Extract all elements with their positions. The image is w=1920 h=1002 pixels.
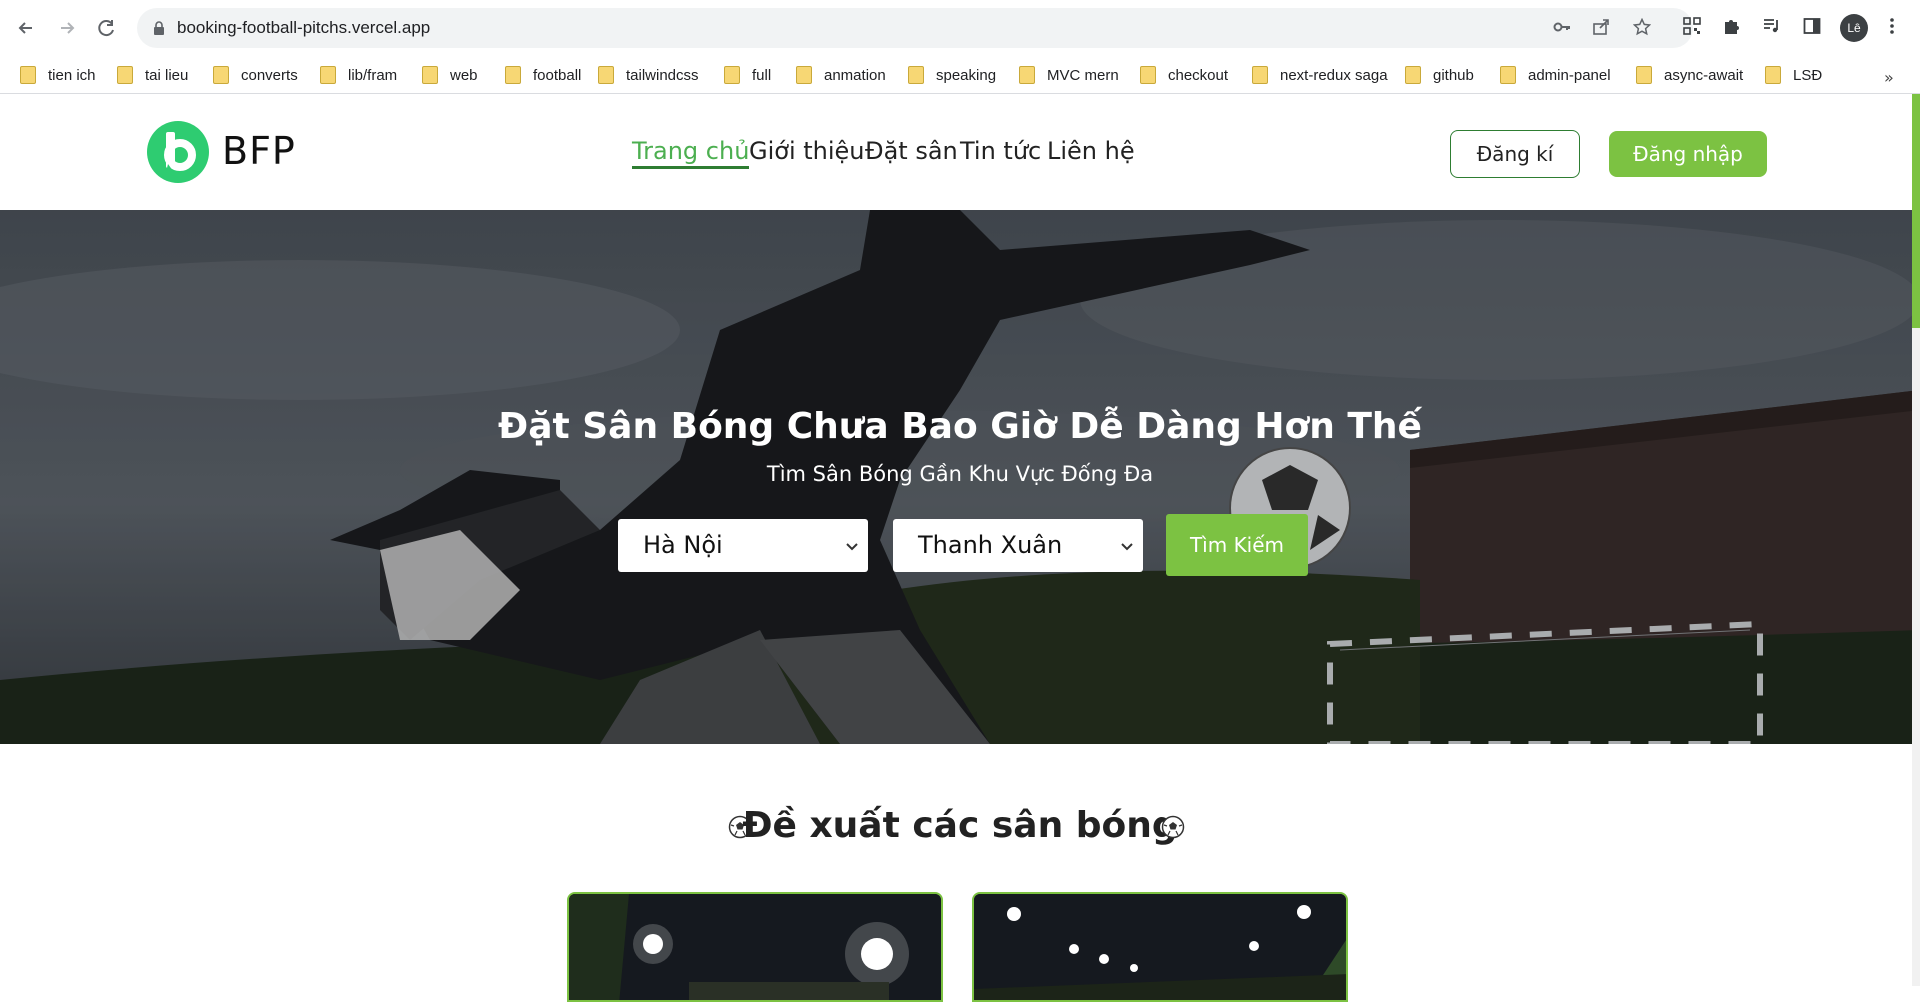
folder-icon (320, 66, 336, 84)
folder-icon (1405, 66, 1421, 84)
media-icon[interactable] (1760, 16, 1784, 40)
folder-icon (117, 66, 133, 84)
hero-title: Đặt Sân Bóng Chưa Bao Giờ Dễ Dàng Hơn Th… (498, 406, 1422, 447)
bookmark-item[interactable]: MVC mern (1019, 62, 1119, 88)
bookmark-label: admin-panel (1528, 66, 1611, 84)
folder-icon (422, 66, 438, 84)
register-button[interactable]: Đăng kí (1450, 130, 1580, 178)
scrollbar-thumb[interactable] (1912, 94, 1920, 328)
folder-icon (598, 66, 614, 84)
bookmark-item[interactable]: full (724, 62, 771, 88)
page-scrollbar[interactable] (1912, 94, 1920, 986)
bookmark-label: tien ich (48, 66, 96, 84)
folder-icon (1765, 66, 1781, 84)
nav-item-about[interactable]: Giới thiệu (749, 137, 865, 165)
nav-item-contact[interactable]: Liên hệ (1047, 137, 1135, 165)
browser-chrome: booking-football-pitchs.vercel.app Lê ti… (0, 0, 1920, 94)
bfp-logo-icon[interactable] (146, 120, 210, 184)
section-title: Đề xuất các sân bóng (742, 805, 1178, 846)
bookmark-item[interactable]: tai lieu (117, 62, 188, 88)
bookmark-label: speaking (936, 66, 997, 84)
bookmark-label: MVC mern (1047, 66, 1119, 84)
bookmark-item[interactable]: tailwindcss (598, 62, 699, 88)
bookmark-item[interactable]: tien ich (20, 62, 96, 88)
bookmark-label: async-await (1664, 66, 1744, 84)
chevron-down-icon (846, 519, 858, 572)
folder-icon (724, 66, 740, 84)
folder-icon (1019, 66, 1035, 84)
folder-icon (796, 66, 812, 84)
soccer-ball-icon (1161, 815, 1185, 839)
nav-item-home[interactable]: Trang chủ (632, 137, 750, 169)
bookmark-label: lib/fram (348, 66, 398, 84)
key-icon[interactable] (1551, 18, 1573, 38)
folder-icon (1500, 66, 1516, 84)
bookmark-item[interactable]: speaking (908, 62, 996, 88)
chevron-down-icon (1121, 519, 1133, 572)
folder-icon (1636, 66, 1652, 84)
bookmark-item[interactable]: football (505, 62, 581, 88)
bookmark-item[interactable]: github (1405, 62, 1474, 88)
folder-icon (908, 66, 924, 84)
address-bar[interactable]: booking-football-pitchs.vercel.app (137, 8, 1693, 48)
star-icon[interactable] (1631, 17, 1653, 38)
folder-icon (505, 66, 521, 84)
bookmark-item[interactable]: web (422, 62, 478, 88)
qr-icon[interactable] (1680, 16, 1704, 40)
bookmark-label: checkout (1168, 66, 1229, 84)
city-select[interactable]: Hà Nội (618, 519, 868, 572)
lock-icon (153, 20, 165, 35)
bookmark-item[interactable]: anmation (796, 62, 886, 88)
bookmark-label: football (533, 66, 582, 84)
browser-toolbar: booking-football-pitchs.vercel.app Lê (0, 0, 1920, 56)
url-text: booking-football-pitchs.vercel.app (177, 18, 431, 37)
bookmark-label: tailwindcss (626, 66, 699, 84)
hero-subtitle: Tìm Sân Bóng Gần Khu Vực Đống Đa (766, 462, 1154, 486)
bookmark-label: next-redux saga (1280, 66, 1388, 84)
bookmark-item[interactable]: admin-panel (1500, 62, 1611, 88)
bookmark-item[interactable]: async-await (1636, 62, 1743, 88)
district-select-value: Thanh Xuân (918, 531, 1063, 559)
district-select[interactable]: Thanh Xuân (893, 519, 1143, 572)
nav-item-news[interactable]: Tin tức (960, 137, 1041, 165)
city-select-value: Hà Nội (643, 531, 723, 559)
bookmark-item[interactable]: lib/fram (320, 62, 397, 88)
puzzle-icon[interactable] (1720, 16, 1744, 40)
login-button[interactable]: Đăng nhập (1609, 131, 1767, 177)
reload-icon[interactable] (91, 12, 123, 44)
share-icon[interactable] (1590, 18, 1612, 38)
folder-icon (213, 66, 229, 84)
bookmark-label: full (752, 66, 772, 84)
folder-icon (20, 66, 36, 84)
forward-arrow-icon[interactable] (51, 12, 83, 44)
folder-icon (1140, 66, 1156, 84)
bookmark-item[interactable]: LSĐ (1765, 62, 1822, 88)
bookmark-label: anmation (824, 66, 886, 84)
sidebar-icon[interactable] (1800, 16, 1824, 40)
bookmarks-overflow-icon[interactable]: » (1884, 68, 1894, 87)
kebab-menu-icon[interactable] (1880, 16, 1904, 40)
bookmark-item[interactable]: checkout (1140, 62, 1228, 88)
brand-name[interactable]: BFP (222, 129, 296, 173)
bookmark-label: converts (241, 66, 298, 84)
folder-icon (1252, 66, 1268, 84)
bookmark-label: github (1433, 66, 1474, 84)
bookmark-item[interactable]: next-redux saga (1252, 62, 1388, 88)
bookmark-label: LSĐ (1793, 66, 1823, 84)
bookmarks-bar: tien ich tai lieu converts lib/fram web footb… (0, 56, 1920, 94)
bookmark-label: tai lieu (145, 66, 189, 84)
search-button[interactable]: Tìm Kiếm (1166, 514, 1308, 576)
bookmark-item[interactable]: converts (213, 62, 298, 88)
back-arrow-icon[interactable] (10, 12, 42, 44)
profile-avatar[interactable]: Lê (1840, 14, 1868, 42)
nav-item-booking[interactable]: Đặt sân (865, 137, 958, 165)
site-header: BFP Trang chủ Giới thiệu Đặt sân Tin tức… (0, 95, 1920, 210)
bookmark-label: web (450, 66, 478, 84)
hero-banner: Đặt Sân Bóng Chưa Bao Giờ Dễ Dàng Hơn Th… (0, 210, 1920, 744)
